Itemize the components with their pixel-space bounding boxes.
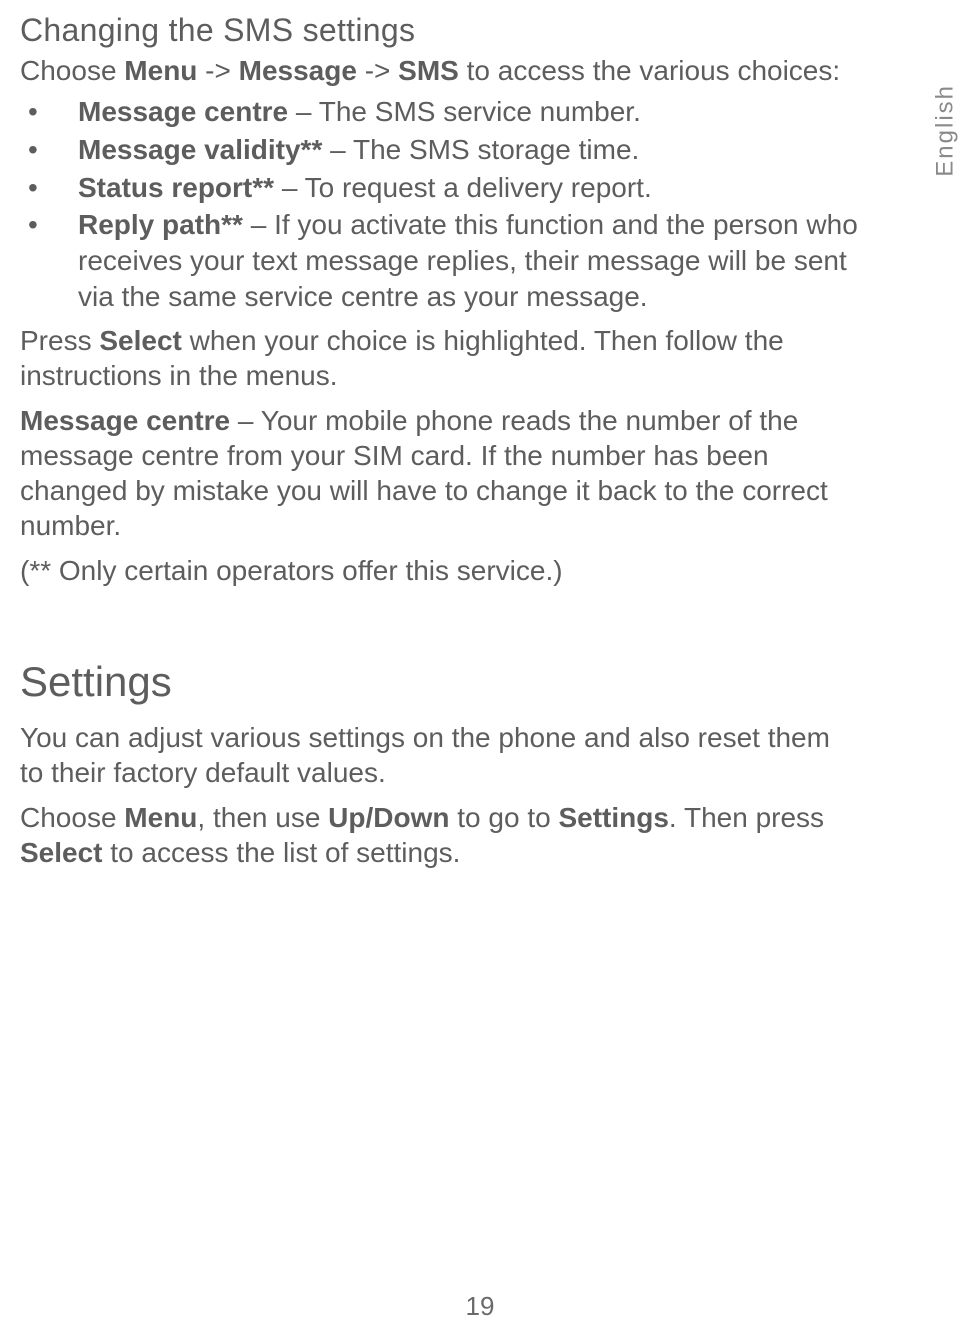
text: Press: [20, 325, 99, 356]
list-item: Message validity** – The SMS storage tim…: [20, 132, 860, 168]
operator-footnote: (** Only certain operators offer this se…: [20, 553, 860, 588]
settings-intro: You can adjust various settings on the p…: [20, 720, 860, 790]
updown-label: Up/Down: [328, 802, 449, 833]
select-label: Select: [20, 837, 103, 868]
text: to go to: [449, 802, 558, 833]
message-centre-note: Message centre – Your mobile phone reads…: [20, 403, 860, 543]
sms-settings-heading: Changing the SMS settings: [20, 12, 920, 49]
menu-label: Menu: [124, 802, 197, 833]
option-name: Message centre: [78, 96, 288, 127]
text: to access the various choices:: [459, 55, 840, 86]
text: Choose: [20, 55, 124, 86]
select-label: Select: [99, 325, 182, 356]
sms-options-list: Message centre – The SMS service number.…: [20, 94, 860, 315]
page-number: 19: [0, 1291, 960, 1322]
option-desc: – The SMS service number.: [288, 96, 641, 127]
list-item: Reply path** – If you activate this func…: [20, 207, 860, 314]
page-content: Changing the SMS settings Choose Menu ->…: [0, 12, 960, 870]
menu-label: Menu: [124, 55, 197, 86]
settings-heading: Settings: [20, 658, 920, 706]
settings-navigation: Choose Menu, then use Up/Down to go to S…: [20, 800, 860, 870]
option-name: Message validity**: [78, 134, 322, 165]
text: . Then press: [669, 802, 824, 833]
list-item: Status report** – To request a delivery …: [20, 170, 860, 206]
message-label: Message: [239, 55, 357, 86]
list-item: Message centre – The SMS service number.: [20, 94, 860, 130]
option-name: Reply path**: [78, 209, 243, 240]
option-desc: – To request a delivery report.: [274, 172, 652, 203]
option-name: Status report**: [78, 172, 274, 203]
text: to access the list of settings.: [103, 837, 461, 868]
option-desc: – The SMS storage time.: [322, 134, 639, 165]
sms-intro: Choose Menu -> Message -> SMS to access …: [20, 53, 860, 88]
text: Choose: [20, 802, 124, 833]
sms-label: SMS: [398, 55, 459, 86]
text: ->: [357, 55, 398, 86]
settings-label: Settings: [558, 802, 668, 833]
language-label: English: [932, 84, 960, 177]
press-select-instruction: Press Select when your choice is highlig…: [20, 323, 860, 393]
message-centre-label: Message centre: [20, 405, 230, 436]
text: , then use: [197, 802, 328, 833]
text: ->: [197, 55, 238, 86]
